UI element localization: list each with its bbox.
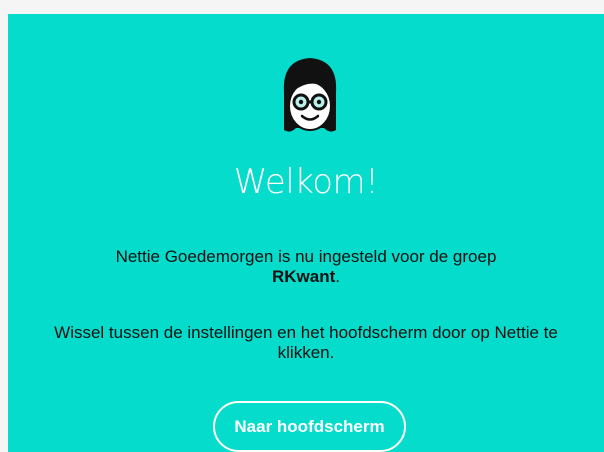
welcome-screen: Welkom! Nettie Goedemorgen is nu ingeste… [8,14,604,452]
woman-with-glasses-avatar-icon [283,58,337,132]
toggle-hint: Wissel tussen de instellingen en het hoo… [8,323,604,363]
group-suffix: . [335,267,340,286]
setup-message: Nettie Goedemorgen is nu ingesteld voor … [8,247,604,287]
toggle-hint-line1: Wissel tussen de instellingen en het hoo… [54,323,558,342]
setup-message-line: Nettie Goedemorgen is nu ingesteld voor … [115,247,497,266]
welcome-title: Welkom! [233,162,379,202]
setup-message-group: RKwant. [8,267,604,287]
main-screen-button[interactable]: Naar hoofdscherm [213,401,406,452]
nettie-avatar[interactable] [278,52,342,144]
toggle-hint-line2: klikken. [277,343,335,362]
group-name: RKwant [271,267,336,286]
